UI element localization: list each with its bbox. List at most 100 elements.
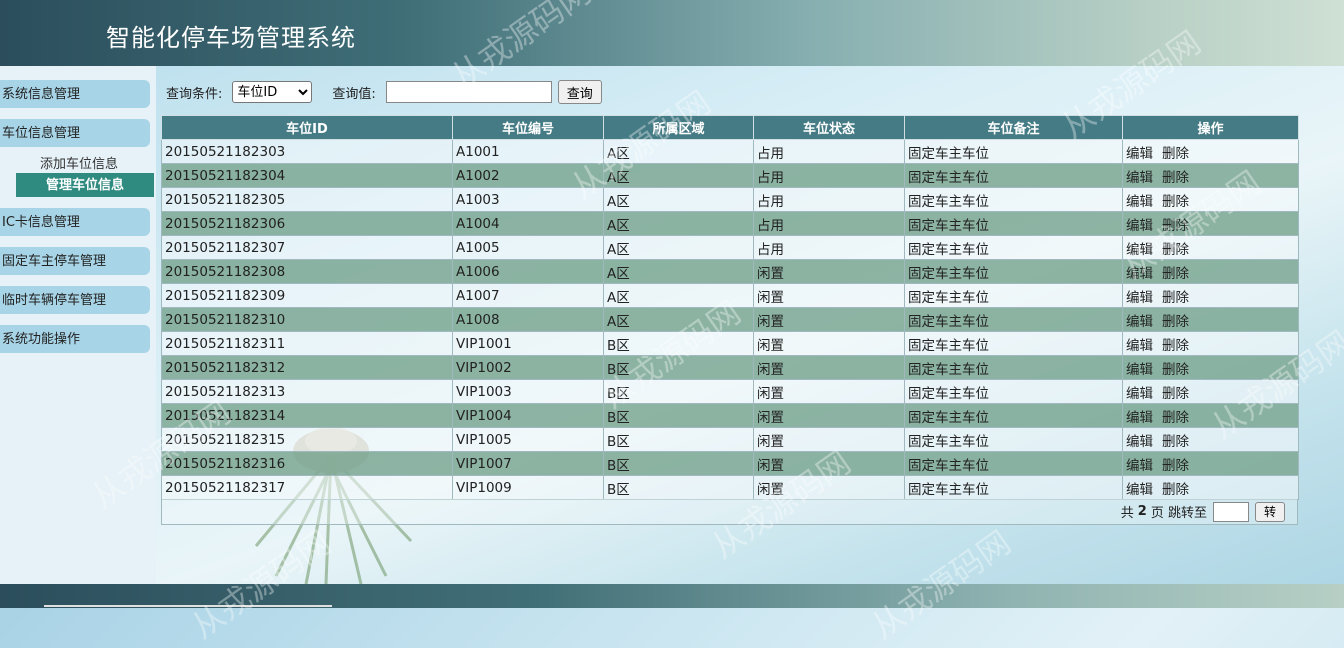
table-cell: 闲置 <box>753 427 905 452</box>
table-cell: 闲置 <box>753 355 905 380</box>
edit-link[interactable]: 编辑 <box>1126 290 1153 306</box>
table-cell: A1008 <box>452 307 604 332</box>
edit-link[interactable]: 编辑 <box>1126 362 1153 378</box>
delete-link[interactable]: 删除 <box>1162 170 1189 186</box>
table-cell: A区 <box>603 211 754 236</box>
delete-link[interactable]: 删除 <box>1162 266 1189 282</box>
delete-link[interactable]: 删除 <box>1162 458 1189 474</box>
edit-link[interactable]: 编辑 <box>1126 218 1153 234</box>
table-cell: 固定车主车位 <box>904 331 1123 356</box>
menu-parking-space[interactable]: 车位信息管理 <box>0 119 150 147</box>
jump-page-input[interactable] <box>1212 501 1249 522</box>
delete-link[interactable]: 删除 <box>1162 410 1189 426</box>
menu-system-functions[interactable]: 系统功能操作 <box>0 325 150 353</box>
table-cell: B区 <box>603 475 754 500</box>
delete-link[interactable]: 删除 <box>1162 434 1189 450</box>
edit-link[interactable]: 编辑 <box>1126 338 1153 354</box>
query-value-input[interactable] <box>385 81 552 103</box>
table-cell: VIP1002 <box>452 355 604 380</box>
table-row: 20150521182307 A1005 A区 占用 固定车主车位 编辑 删除 <box>161 235 1299 260</box>
edit-link[interactable]: 编辑 <box>1126 386 1153 402</box>
table-cell: 闲置 <box>753 259 905 284</box>
delete-link[interactable]: 删除 <box>1162 194 1189 210</box>
table-cell: B区 <box>603 451 754 476</box>
table-cell: 闲置 <box>753 307 905 332</box>
edit-link[interactable]: 编辑 <box>1126 242 1153 258</box>
table-cell: 固定车主车位 <box>904 259 1123 284</box>
edit-link[interactable]: 编辑 <box>1126 146 1153 162</box>
delete-link[interactable]: 删除 <box>1162 218 1189 234</box>
row-actions: 编辑 删除 <box>1122 283 1299 308</box>
edit-link[interactable]: 编辑 <box>1126 458 1153 474</box>
table-cell: 闲置 <box>753 379 905 404</box>
table-cell: A区 <box>603 259 754 284</box>
table-row: 20150521182304 A1002 A区 占用 固定车主车位 编辑 删除 <box>161 163 1299 188</box>
table-cell: 固定车主车位 <box>904 355 1123 380</box>
row-actions: 编辑 删除 <box>1122 331 1299 356</box>
table-cell: 占用 <box>753 139 905 164</box>
table-row: 20150521182312 VIP1002 B区 闲置 固定车主车位 编辑 删除 <box>161 355 1299 380</box>
delete-link[interactable]: 删除 <box>1162 482 1189 498</box>
table-cell: A区 <box>603 307 754 332</box>
table-cell: 闲置 <box>753 331 905 356</box>
table-cell: A1006 <box>452 259 604 284</box>
col-header: 车位编号 <box>452 115 604 140</box>
edit-link[interactable]: 编辑 <box>1126 410 1153 426</box>
table-cell: VIP1003 <box>452 379 604 404</box>
table-row: 20150521182316 VIP1007 B区 闲置 固定车主车位 编辑 删除 <box>161 451 1299 476</box>
table-row: 20150521182309 A1007 A区 闲置 固定车主车位 编辑 删除 <box>161 283 1299 308</box>
delete-link[interactable]: 删除 <box>1162 314 1189 330</box>
col-header: 车位备注 <box>904 115 1123 140</box>
table-cell: A区 <box>603 283 754 308</box>
query-button[interactable]: 查询 <box>557 80 602 104</box>
row-actions: 编辑 删除 <box>1122 211 1299 236</box>
submenu-manage-parking-space[interactable]: 管理车位信息 <box>16 173 154 197</box>
table-row: 20150521182313 VIP1003 B区 闲置 固定车主车位 编辑 删除 <box>161 379 1299 404</box>
row-actions: 编辑 删除 <box>1122 259 1299 284</box>
delete-link[interactable]: 删除 <box>1162 362 1189 378</box>
table-cell: VIP1005 <box>452 427 604 452</box>
table-cell: A区 <box>603 235 754 260</box>
table-row: 20150521182303 A1001 A区 占用 固定车主车位 编辑 删除 <box>161 139 1299 164</box>
table-header-row: 车位ID 车位编号 所属区域 车位状态 车位备注 操作 <box>161 115 1299 140</box>
menu-temp-vehicle-parking[interactable]: 临时车辆停车管理 <box>0 286 150 314</box>
table-cell: 固定车主车位 <box>904 307 1123 332</box>
edit-link[interactable]: 编辑 <box>1126 314 1153 330</box>
table-cell: 20150521182317 <box>161 475 453 500</box>
delete-link[interactable]: 删除 <box>1162 338 1189 354</box>
table-cell: 20150521182314 <box>161 403 453 428</box>
edit-link[interactable]: 编辑 <box>1126 266 1153 282</box>
table-cell: VIP1007 <box>452 451 604 476</box>
table-cell: 20150521182308 <box>161 259 453 284</box>
row-actions: 编辑 删除 <box>1122 379 1299 404</box>
table-cell: A1003 <box>452 187 604 212</box>
menu-fixed-owner-parking[interactable]: 固定车主停车管理 <box>0 247 150 275</box>
table-cell: 20150521182304 <box>161 163 453 188</box>
table-cell: 固定车主车位 <box>904 211 1123 236</box>
table-cell: 占用 <box>753 235 905 260</box>
submenu-add-parking-space[interactable]: 添加车位信息 <box>40 153 118 172</box>
jump-button[interactable]: 转 <box>1254 501 1285 522</box>
row-actions: 编辑 删除 <box>1122 307 1299 332</box>
edit-link[interactable]: 编辑 <box>1126 170 1153 186</box>
delete-link[interactable]: 删除 <box>1162 146 1189 162</box>
table-cell: 固定车主车位 <box>904 427 1123 452</box>
delete-link[interactable]: 删除 <box>1162 386 1189 402</box>
menu-system-info[interactable]: 系统信息管理 <box>0 80 150 108</box>
row-actions: 编辑 删除 <box>1122 451 1299 476</box>
delete-link[interactable]: 删除 <box>1162 290 1189 306</box>
col-header: 操作 <box>1122 115 1299 140</box>
table-row: 20150521182311 VIP1001 B区 闲置 固定车主车位 编辑 删除 <box>161 331 1299 356</box>
col-header: 所属区域 <box>603 115 754 140</box>
menu-ic-card[interactable]: IC卡信息管理 <box>0 208 150 236</box>
col-header: 车位状态 <box>753 115 905 140</box>
condition-label: 查询条件: <box>166 86 223 102</box>
condition-select[interactable]: 车位ID <box>232 81 313 103</box>
table-cell: B区 <box>603 427 754 452</box>
edit-link[interactable]: 编辑 <box>1126 194 1153 210</box>
edit-link[interactable]: 编辑 <box>1126 434 1153 450</box>
delete-link[interactable]: 删除 <box>1162 242 1189 258</box>
row-actions: 编辑 删除 <box>1122 187 1299 212</box>
edit-link[interactable]: 编辑 <box>1126 482 1153 498</box>
sidebar: 系统信息管理 车位信息管理 添加车位信息 管理车位信息 IC卡信息管理 固定车主… <box>0 66 156 584</box>
